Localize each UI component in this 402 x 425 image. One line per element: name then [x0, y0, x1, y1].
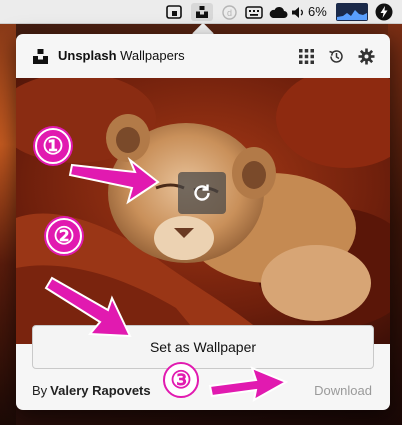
refresh-button[interactable]: [178, 172, 226, 214]
menu-bar: d 6%: [0, 0, 402, 24]
svg-text:d: d: [226, 8, 231, 18]
app-title-rest: Wallpapers: [120, 48, 185, 63]
wallpaper-preview-image[interactable]: [16, 78, 390, 344]
popover-header: Unsplash Wallpapers: [16, 34, 390, 78]
window-icon[interactable]: [164, 3, 184, 21]
download-link[interactable]: Download: [314, 383, 372, 398]
keyboard-icon[interactable]: [244, 3, 264, 21]
photo-credit: By Valery Rapovets: [32, 383, 151, 398]
step-2-badge: ②: [46, 218, 82, 254]
photographer-name[interactable]: Valery Rapovets: [50, 383, 150, 398]
desktop-wallpaper-right: [388, 24, 402, 425]
step-3-badge: ③: [163, 362, 199, 398]
grid-icon[interactable]: [296, 46, 316, 66]
app-title: Unsplash Wallpapers: [58, 48, 185, 63]
credit-prefix: By: [32, 383, 48, 398]
volume-icon[interactable]: [290, 3, 306, 21]
desktop-wallpaper-left: [0, 24, 16, 425]
cloud-icon[interactable]: [268, 3, 288, 21]
bolt-icon[interactable]: [374, 3, 394, 21]
unsplash-wallpapers-icon[interactable]: [191, 3, 213, 21]
step-1-badge: ①: [35, 128, 71, 164]
cpu-graph-icon[interactable]: [336, 3, 368, 21]
app-title-bold: Unsplash: [58, 48, 117, 63]
history-icon[interactable]: [326, 46, 346, 66]
unsplash-logo-icon: [30, 46, 50, 66]
settings-gear-icon[interactable]: [356, 46, 376, 66]
set-as-wallpaper-button[interactable]: Set as Wallpaper: [32, 325, 374, 369]
battery-percent[interactable]: 6%: [308, 4, 327, 20]
d-icon[interactable]: d: [220, 3, 238, 21]
refresh-icon: [194, 184, 210, 201]
